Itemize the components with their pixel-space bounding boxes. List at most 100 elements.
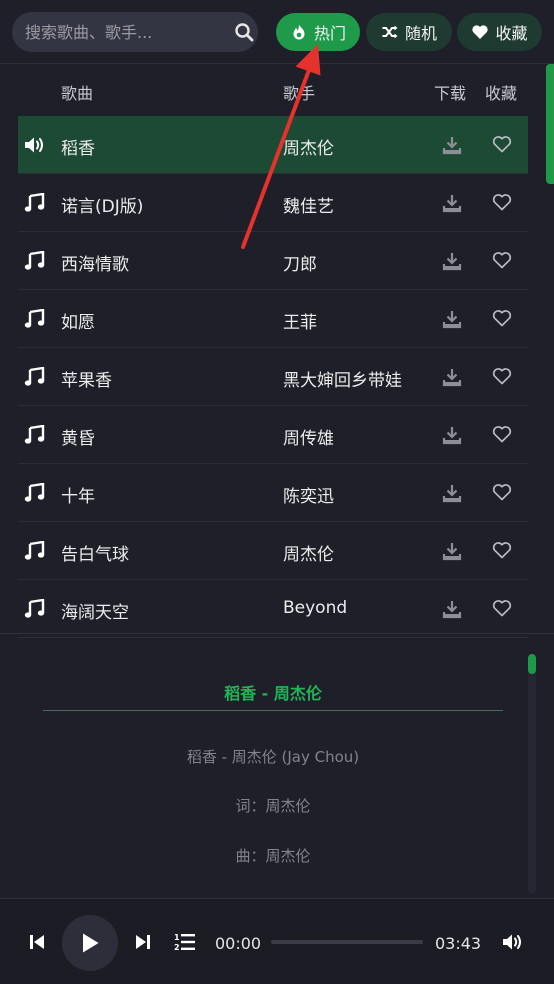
top-bar: 热门 随机 收藏: [0, 0, 554, 64]
song-artist: 黑大婶回乡带娃: [283, 371, 402, 391]
music-note-icon: [24, 192, 46, 213]
table-row[interactable]: 告白气球 周杰伦: [18, 522, 528, 580]
header-download: 下载: [434, 84, 467, 103]
lyrics-divider: [43, 710, 503, 711]
play-icon: [83, 933, 99, 953]
table-row[interactable]: 海阔天空 Beyond: [18, 580, 528, 638]
header-artist: 歌手: [283, 84, 316, 103]
lyrics-scrollbar[interactable]: [528, 654, 536, 894]
song-rows: 稻香 周杰伦 诺言(DJ版) 魏佳艺 西海情歌 刀郎 如愿 王菲 苹果香 黑大婶回乡带娃 黄昏 周传雄…: [18, 116, 528, 638]
heart-outline-icon[interactable]: [492, 483, 512, 501]
download-icon[interactable]: [442, 251, 462, 271]
heart-outline-icon[interactable]: [492, 251, 512, 269]
svg-text:2: 2: [174, 943, 180, 952]
skip-back-icon: [30, 935, 44, 949]
lyrics-scrollbar-thumb[interactable]: [528, 654, 536, 674]
song-title: 西海情歌: [61, 255, 129, 275]
song-artist: 魏佳艺: [283, 197, 334, 217]
lyric-line: 词：周杰伦: [235, 797, 311, 815]
download-icon[interactable]: [442, 309, 462, 329]
table-row[interactable]: 如愿 王菲: [18, 290, 528, 348]
song-title: 诺言(DJ版): [61, 197, 144, 217]
song-list: 歌曲 歌手 下载 收藏 稻香 周杰伦 诺言(DJ版) 魏佳艺 西海情歌 刀郎 如愿 王菲 苹果香…: [0, 64, 554, 638]
download-icon[interactable]: [442, 367, 462, 387]
volume-button[interactable]: [502, 932, 524, 952]
download-icon[interactable]: [442, 599, 462, 619]
song-title: 苹果香: [61, 371, 112, 391]
table-row[interactable]: 黄昏 周传雄: [18, 406, 528, 464]
song-title: 告白气球: [61, 545, 129, 565]
table-row[interactable]: 西海情歌 刀郎: [18, 232, 528, 290]
total-time: 03:43: [435, 934, 482, 953]
music-player-app: 热门 随机 收藏 歌曲 歌手 下载 收藏 稻香周杰伦诺言(DJ版)魏佳艺西海情歌…: [0, 0, 554, 984]
play-button[interactable]: [62, 915, 118, 971]
heart-outline-icon[interactable]: [492, 541, 512, 559]
list-scrollbar[interactable]: [546, 64, 554, 184]
lyrics-title: 稻香 - 周杰伦: [224, 684, 322, 703]
download-icon[interactable]: [442, 483, 462, 503]
current-time: 00:00: [215, 934, 262, 953]
speaker-icon: [24, 135, 46, 155]
music-note-icon: [24, 250, 46, 271]
tab-hot-label: 热门: [313, 24, 346, 43]
table-row[interactable]: 稻香 周杰伦: [18, 116, 528, 174]
song-artist: 陈奕迅: [283, 487, 334, 507]
heart-outline-icon[interactable]: [492, 135, 512, 153]
header-favorite: 收藏: [485, 84, 518, 103]
next-button[interactable]: [134, 934, 152, 950]
music-note-icon: [24, 308, 46, 329]
table-row[interactable]: 十年 陈奕迅: [18, 464, 528, 522]
playlist-button[interactable]: 1 2: [174, 932, 196, 952]
numbered-list-icon: 1 2: [174, 933, 195, 952]
download-icon[interactable]: [442, 135, 462, 155]
song-title: 海阔天空: [61, 603, 129, 623]
download-icon[interactable]: [442, 541, 462, 561]
header-song: 歌曲: [61, 84, 94, 103]
download-icon[interactable]: [442, 425, 462, 445]
lyrics-panel: 稻香 - 周杰伦 稻香 - 周杰伦 (Jay Chou) 词：周杰伦 曲：周杰伦: [0, 634, 554, 898]
tab-favorites-label: 收藏: [495, 24, 528, 43]
tab-random[interactable]: 随机: [366, 13, 452, 51]
song-title: 稻香: [61, 139, 95, 159]
song-artist: Beyond: [283, 598, 348, 618]
song-artist: 周传雄: [283, 429, 334, 449]
search-input[interactable]: [12, 12, 258, 52]
song-artist: 王菲: [283, 313, 317, 333]
skip-forward-icon: [136, 935, 150, 949]
download-icon[interactable]: [442, 193, 462, 213]
music-note-icon: [24, 366, 46, 387]
music-note-icon: [24, 482, 46, 503]
lyric-line: 稻香 - 周杰伦 (Jay Chou): [186, 748, 360, 766]
music-note-icon: [24, 424, 46, 445]
search-box: [12, 12, 258, 52]
tab-random-label: 随机: [404, 24, 437, 43]
song-artist: 周杰伦: [283, 545, 334, 565]
tab-hot[interactable]: 热门: [276, 13, 360, 51]
song-artist: 周杰伦: [283, 139, 334, 159]
tab-favorites[interactable]: 收藏: [457, 13, 542, 51]
song-title: 黄昏: [61, 429, 95, 449]
heart-icon: [471, 23, 489, 41]
song-title: 如愿: [61, 313, 95, 333]
volume-icon: [503, 934, 521, 950]
player-bar: 1 2 00:00 03:43: [0, 898, 554, 984]
lyric-line: 曲：周杰伦: [235, 847, 311, 865]
svg-text:1: 1: [174, 933, 180, 942]
heart-outline-icon[interactable]: [492, 193, 512, 211]
shuffle-icon: [381, 23, 399, 41]
table-header: 歌曲 歌手 下载 收藏: [0, 64, 554, 116]
song-title: 十年: [61, 487, 95, 507]
previous-button[interactable]: [28, 934, 46, 950]
song-artist: 刀郎: [283, 255, 317, 275]
music-note-icon: [24, 598, 46, 619]
table-row[interactable]: 诺言(DJ版) 魏佳艺: [18, 174, 528, 232]
progress-bar[interactable]: [271, 940, 423, 944]
heart-outline-icon[interactable]: [492, 425, 512, 443]
heart-outline-icon[interactable]: [492, 367, 512, 385]
flame-icon: [290, 23, 308, 41]
heart-outline-icon[interactable]: [492, 599, 512, 617]
music-note-icon: [24, 540, 46, 561]
heart-outline-icon[interactable]: [492, 309, 512, 327]
search-icon[interactable]: [234, 22, 254, 42]
table-row[interactable]: 苹果香 黑大婶回乡带娃: [18, 348, 528, 406]
